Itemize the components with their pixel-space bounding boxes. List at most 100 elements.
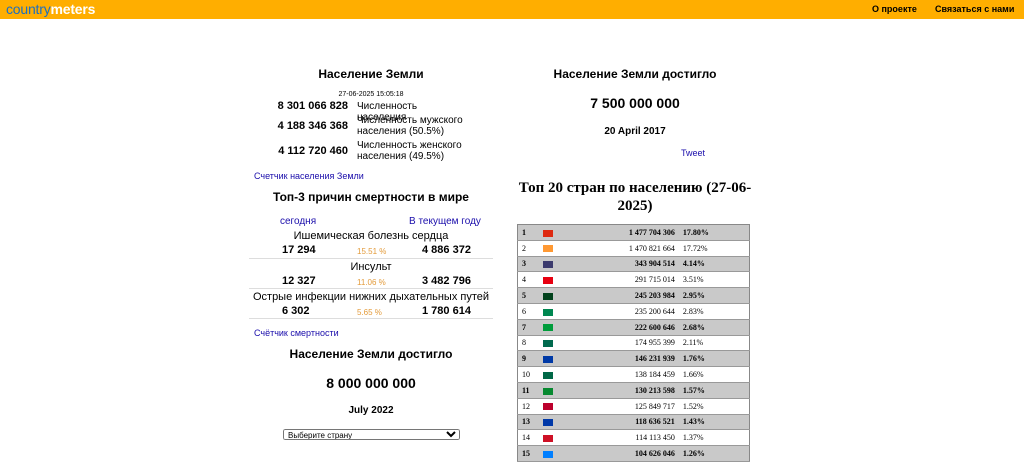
- flag-icon: [542, 276, 553, 284]
- country-flag-icon: [538, 335, 567, 352]
- death-year-value: 1 780 614: [422, 305, 471, 317]
- top20-percent: 1.43%: [678, 414, 750, 431]
- flag-icon: [542, 371, 553, 379]
- world-timestamp: 27-06-2025 15:05:18: [338, 91, 404, 98]
- death-row: Острые инфекции нижних дыхательных путей…: [249, 289, 493, 319]
- country-flag-icon: [538, 429, 567, 447]
- milestone-8b-date: July 2022: [348, 405, 394, 416]
- death-year-value: 4 886 372: [422, 244, 471, 256]
- flag-icon: [542, 245, 553, 253]
- stat-male-value: 4 188 346 368: [277, 120, 348, 132]
- top20-percent: 1.37%: [678, 429, 750, 447]
- stat-female-label: Численность женского населения (49.5%): [357, 140, 462, 162]
- stat-total-value: 8 301 066 828: [277, 100, 348, 112]
- country-flag-icon: [538, 445, 567, 462]
- country-flag-icon: [538, 382, 567, 399]
- top20-population: 245 203 984: [566, 287, 679, 304]
- top20-row[interactable]: 9 146 231 939 1.76%: [517, 350, 750, 368]
- top20-row[interactable]: 2 1 470 821 664 17.72%: [517, 240, 750, 257]
- top20-population: 125 849 717: [566, 398, 679, 415]
- top20-rank: 15: [517, 445, 539, 462]
- top20-row[interactable]: 3 343 904 514 4.14%: [517, 256, 750, 273]
- death-row: Ишемическая болезнь сердца 17 294 15.51 …: [249, 229, 493, 259]
- top20-rank: 11: [517, 382, 539, 399]
- flag-icon: [542, 324, 553, 332]
- top-bar: countrymeters О проекте Связаться с нами: [0, 0, 1024, 19]
- top20-row[interactable]: 13 118 636 521 1.43%: [517, 414, 750, 431]
- flag-icon: [542, 308, 553, 316]
- country-flag-icon: [538, 414, 567, 431]
- death-cause-name: Инсульт: [350, 261, 392, 273]
- milestone-75b-value: 7 500 000 000: [590, 95, 680, 111]
- flag-icon: [542, 355, 553, 363]
- top20-percent: 17.72%: [678, 240, 750, 257]
- top20-rank: 5: [517, 287, 539, 304]
- site-logo[interactable]: countrymeters: [6, 1, 95, 17]
- tweet-link[interactable]: Tweet: [681, 148, 705, 158]
- top20-population: 174 955 399: [566, 335, 679, 352]
- death-today-value: 6 302: [282, 305, 310, 317]
- top20-percent: 2.83%: [678, 303, 750, 320]
- death-today-value: 12 327: [282, 275, 316, 287]
- top20-rank: 8: [517, 335, 539, 352]
- flag-icon: [542, 229, 553, 237]
- milestone-8b-value: 8 000 000 000: [326, 375, 416, 391]
- top20-row[interactable]: 15 104 626 046 1.26%: [517, 445, 750, 462]
- death-row: Инсульт 12 327 11.06 % 3 482 796: [249, 259, 493, 289]
- top20-row[interactable]: 11 130 213 598 1.57%: [517, 382, 750, 399]
- country-flag-icon: [538, 366, 567, 383]
- stat-male-label: Численность мужского населения (50.5%): [357, 115, 463, 137]
- top20-rank: 1: [517, 224, 539, 241]
- top20-rank: 12: [517, 398, 539, 415]
- top20-population: 235 200 644: [566, 303, 679, 320]
- flag-icon: [542, 419, 553, 427]
- country-select[interactable]: Выберите страну: [283, 429, 460, 440]
- top20-row[interactable]: 4 291 715 014 3.51%: [517, 271, 750, 289]
- nav-about-link[interactable]: О проекте: [872, 4, 917, 14]
- top20-rank: 14: [517, 429, 539, 447]
- top20-row[interactable]: 5 245 203 984 2.95%: [517, 287, 750, 304]
- country-flag-icon: [538, 271, 567, 289]
- flag-icon: [542, 434, 553, 442]
- top20-population: 114 113 450: [566, 429, 679, 447]
- top20-population: 1 477 704 306: [566, 224, 679, 241]
- top20-percent: 17.80%: [678, 224, 750, 241]
- flag-icon: [542, 261, 553, 269]
- death-year-value: 3 482 796: [422, 275, 471, 287]
- milestone-75b-date: 20 April 2017: [604, 126, 666, 137]
- top20-row[interactable]: 14 114 113 450 1.37%: [517, 429, 750, 447]
- top20-row[interactable]: 1 1 477 704 306 17.80%: [517, 224, 750, 241]
- world-counter-link[interactable]: Счетчик населения Земли: [254, 171, 364, 181]
- country-flag-icon: [538, 398, 567, 415]
- top20-row[interactable]: 10 138 184 459 1.66%: [517, 366, 750, 383]
- top20-row[interactable]: 7 222 600 646 2.68%: [517, 319, 750, 336]
- top20-row[interactable]: 6 235 200 644 2.83%: [517, 303, 750, 320]
- top20-rank: 7: [517, 319, 539, 336]
- death-today-value: 17 294: [282, 244, 316, 256]
- flag-icon: [542, 340, 553, 348]
- flag-icon: [542, 387, 553, 395]
- top20-rank: 10: [517, 366, 539, 383]
- country-flag-icon: [538, 224, 567, 241]
- death-counter-link[interactable]: Счётчик смертности: [254, 328, 339, 338]
- top20-population: 118 636 521: [566, 414, 679, 431]
- top20-row[interactable]: 8 174 955 399 2.11%: [517, 335, 750, 352]
- top20-percent: 3.51%: [678, 271, 750, 289]
- top20-rank: 9: [517, 350, 539, 368]
- logo-part-country: country: [6, 1, 51, 17]
- deaths-col-year[interactable]: В текущем году: [409, 216, 481, 227]
- country-flag-icon: [538, 319, 567, 336]
- stat-female-value: 4 112 720 460: [278, 145, 348, 157]
- top20-row[interactable]: 12 125 849 717 1.52%: [517, 398, 750, 415]
- world-population-title: Население Земли: [318, 67, 424, 81]
- country-flag-icon: [538, 240, 567, 257]
- country-flag-icon: [538, 303, 567, 320]
- country-flag-icon: [538, 350, 567, 368]
- flag-icon: [542, 403, 553, 411]
- top20-rank: 2: [517, 240, 539, 257]
- nav-contact-link[interactable]: Связаться с нами: [935, 4, 1014, 14]
- death-cause-name: Острые инфекции нижних дыхательных путей: [252, 291, 490, 303]
- top20-population: 104 626 046: [566, 445, 679, 462]
- top20-title: Топ 20 стран по населению (27-06-2025): [518, 180, 752, 214]
- deaths-col-today[interactable]: сегодня: [280, 216, 316, 227]
